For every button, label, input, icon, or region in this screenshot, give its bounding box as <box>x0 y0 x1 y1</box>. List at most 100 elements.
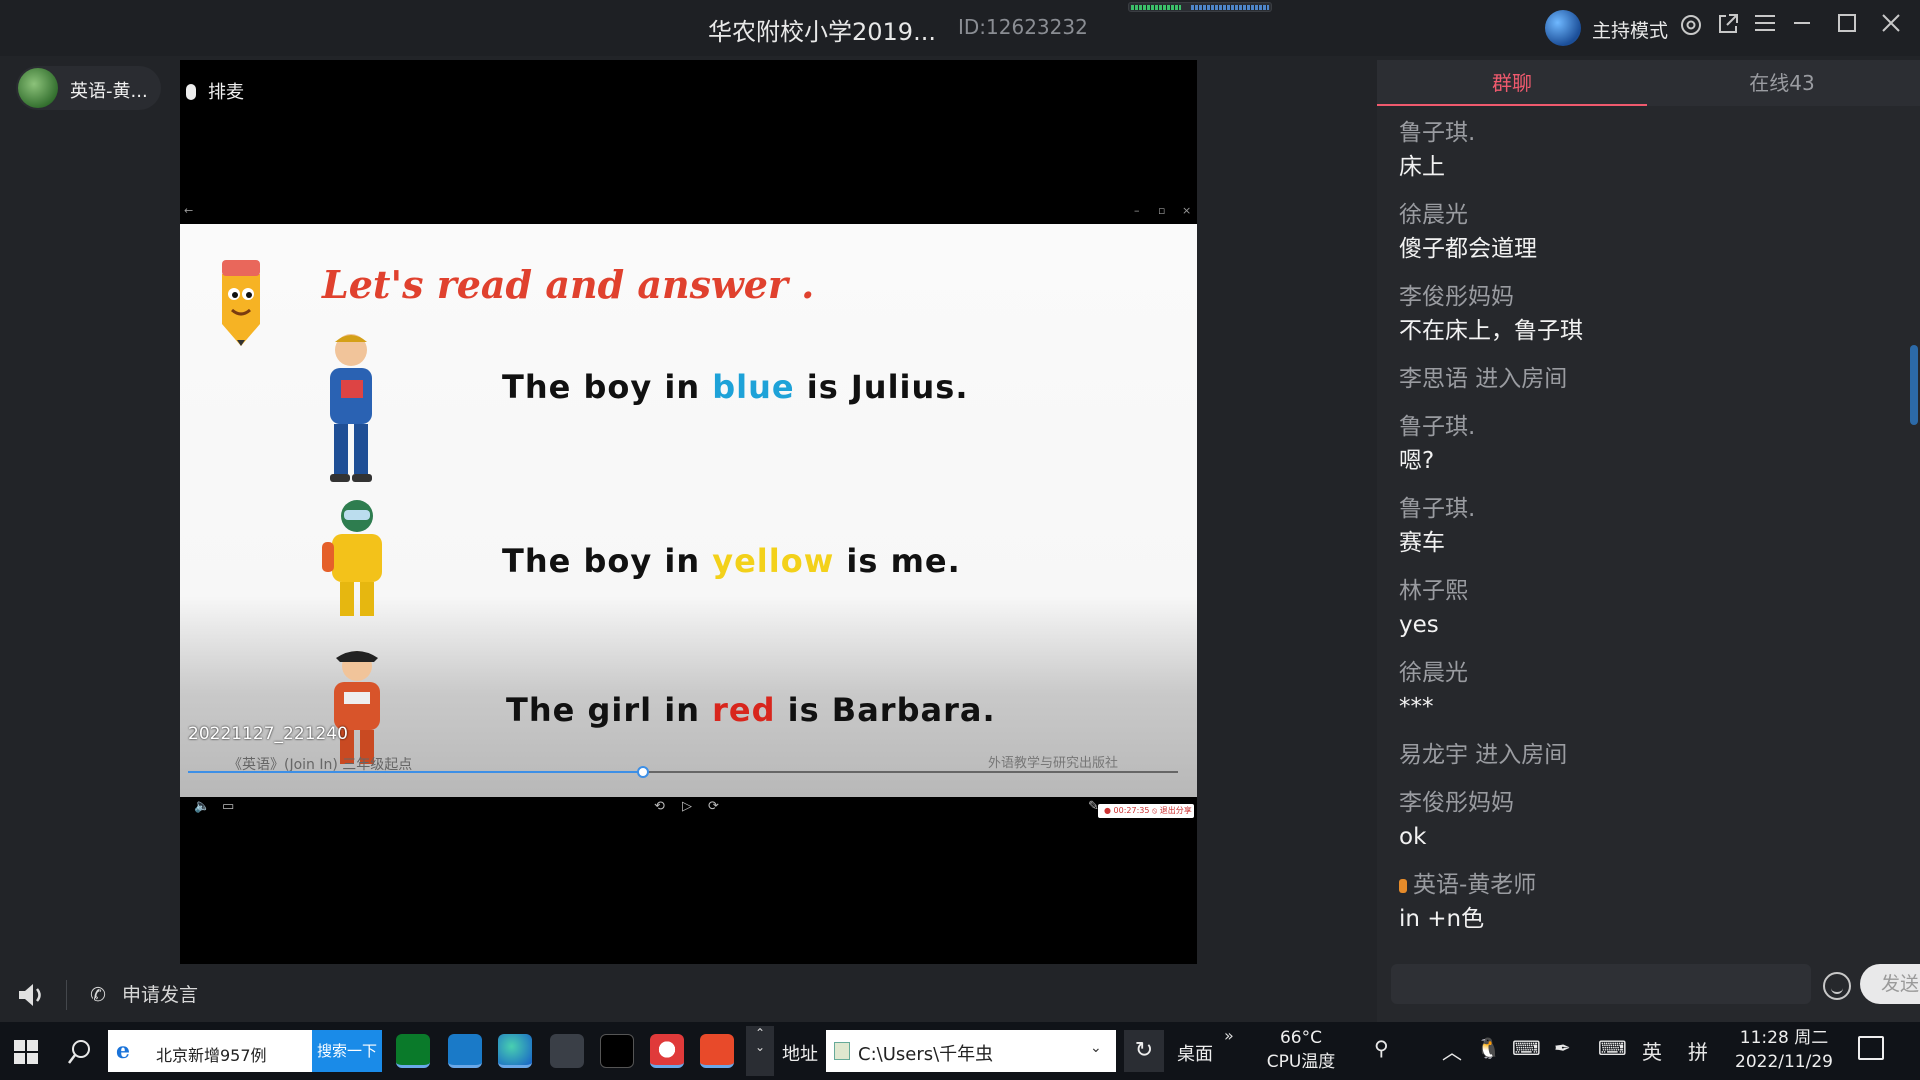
settings-icon[interactable] <box>1676 12 1706 42</box>
ime-mode[interactable]: 拼 <box>1688 1036 1708 1065</box>
minimize-icon[interactable] <box>1787 12 1817 42</box>
app-360-icon[interactable] <box>396 1034 430 1068</box>
prev-icon[interactable]: ⟲ <box>654 799 665 814</box>
taskbar-search-icon[interactable] <box>66 1038 94 1066</box>
sentence-2: The boy in yellow is me. <box>502 542 961 580</box>
host-avatar[interactable] <box>1545 10 1581 46</box>
sentence-1-color-word: blue <box>712 368 795 406</box>
refresh-icon[interactable]: ↻ <box>1124 1030 1164 1072</box>
chat-message: 林子熙 yes <box>1399 574 1899 642</box>
chat-message-sender: 鲁子琪. <box>1399 492 1899 526</box>
ie-icon: e <box>116 1038 130 1064</box>
tab-online[interactable]: 在线43 <box>1647 60 1917 106</box>
sentence-1-post: is Julius. <box>794 368 969 406</box>
translate-app-icon[interactable] <box>448 1034 482 1068</box>
chat-message-sender: 鲁子琪. <box>1399 410 1899 444</box>
chat-message-text: yes <box>1399 612 1439 638</box>
pen-tray-icon[interactable]: ✒ <box>1554 1036 1571 1060</box>
chat-sender-name: 英语-黄老师 <box>1413 872 1537 898</box>
mic-queue-label: 排麦 <box>208 82 244 103</box>
chat-sender-name: 徐晨光 <box>1399 660 1468 686</box>
toolbar-overflow-icon[interactable]: » <box>1224 1026 1234 1045</box>
presenter-name: 英语-黄... <box>70 81 148 102</box>
news-search-button[interactable]: 搜索一下 <box>312 1030 382 1072</box>
popout-icon[interactable] <box>1713 12 1743 42</box>
chat-message-sender: 易龙宇 进入房间 <box>1399 738 1899 772</box>
caption-icon[interactable]: ▭ <box>222 799 234 814</box>
chat-input-row: 发送 <box>1391 960 1920 1010</box>
wps-app-icon[interactable] <box>700 1034 734 1068</box>
request-speak-label: 申请发言 <box>122 984 199 1006</box>
taskbar-scroll-arrows[interactable]: ⌃ ⌄ <box>746 1026 774 1076</box>
presenter-tag[interactable]: 英语-黄... <box>16 66 161 110</box>
chat-panel: 群聊 在线43 鲁子琪. 床上 徐晨光 傻子都会道理 李俊彤妈妈 不在床上，鲁子琪 李思语 … <box>1377 60 1920 1022</box>
slide-title: Let's read and answer . <box>322 262 815 307</box>
emoji-icon[interactable] <box>1823 972 1851 1000</box>
meeting-app-taskbar-icon[interactable] <box>650 1034 684 1068</box>
address-bar[interactable]: C:\Users\千年虫 ⌄ <box>826 1030 1116 1072</box>
chat-message: 英语-黄老师 in +n色 <box>1399 868 1899 936</box>
close-icon[interactable] <box>1876 12 1906 42</box>
chat-message: 鲁子琪. 赛车 <box>1399 492 1899 560</box>
request-speak-button[interactable]: ✆ 申请发言 <box>90 980 198 1007</box>
chat-message-sender: 徐晨光 <box>1399 198 1899 232</box>
keyboard-icon[interactable]: ⌨ <box>1598 1036 1627 1060</box>
ie-news-text: 北京新增957例 <box>156 1046 267 1065</box>
desktop-toolbar-label[interactable]: 桌面 <box>1177 1040 1213 1066</box>
chat-message-sender: 李俊彤妈妈 <box>1399 786 1899 820</box>
chat-sender-name: 李俊彤妈妈 <box>1399 284 1514 310</box>
chat-message-text: 嗯? <box>1399 448 1435 474</box>
small-restore-icon: ▫ <box>1158 204 1166 217</box>
next-icon[interactable]: ⟳ <box>708 799 719 814</box>
edge-scrollbar[interactable] <box>1910 345 1918 425</box>
playback-progress-fill <box>188 771 644 773</box>
tray-expand-icon[interactable]: ︿ <box>1442 1036 1462 1065</box>
terminal-icon[interactable] <box>600 1034 634 1068</box>
small-minimize-icon: – <box>1134 204 1140 217</box>
playback-progress-bar[interactable] <box>188 766 1178 778</box>
player-controls: 🔈 ▭ ⟲ ▷ ⟳ ✎ <box>180 797 1197 819</box>
chat-input[interactable] <box>1391 964 1811 1004</box>
people-icon[interactable]: ⚲ <box>1374 1036 1389 1060</box>
sentence-3-color-word: red <box>712 691 776 729</box>
window-app-icon[interactable] <box>550 1034 584 1068</box>
play-icon[interactable]: ▷ <box>682 799 692 814</box>
clock-date: 2022/11/29 <box>1735 1052 1833 1072</box>
sentence-1-pre: The boy in <box>502 368 713 406</box>
translate-tray-icon[interactable]: ⌨ <box>1512 1036 1541 1060</box>
volume-small-icon[interactable]: 🔈 <box>194 799 210 814</box>
ie-news-box[interactable]: e 北京新增957例 <box>108 1030 312 1072</box>
chat-message-text: 赛车 <box>1399 530 1445 556</box>
chat-message-sender: 林子熙 <box>1399 574 1899 608</box>
chat-sender-name: 鲁子琪. <box>1399 120 1476 146</box>
share-recording-pill[interactable]: ● 00:27:35 ⦸ 退出分享 <box>1098 804 1194 818</box>
chat-message-sender: 李俊彤妈妈 <box>1399 280 1899 314</box>
microphone-icon <box>186 84 196 100</box>
chat-message-text: 不在床上，鲁子琪 <box>1399 318 1583 344</box>
address-dropdown-icon[interactable]: ⌄ <box>1090 1040 1102 1056</box>
windows-start-icon[interactable] <box>12 1038 40 1066</box>
notification-icon[interactable] <box>1858 1036 1884 1060</box>
host-mode-label[interactable]: 主持模式 <box>1592 16 1668 43</box>
speaker-icon[interactable] <box>16 980 46 1010</box>
edge-browser-icon[interactable] <box>498 1034 532 1068</box>
tab-group-chat[interactable]: 群聊 <box>1377 60 1647 106</box>
menu-icon[interactable] <box>1750 12 1780 42</box>
pencil-mascot-icon <box>222 260 260 346</box>
recording-label: 20221127_221240 <box>188 724 348 744</box>
sentence-2-color-word: yellow <box>712 542 835 580</box>
chat-message: 易龙宇 进入房间 <box>1399 738 1899 772</box>
ime-language[interactable]: 英 <box>1642 1036 1662 1065</box>
mic-queue[interactable]: 排麦 <box>186 78 244 104</box>
sentence-2-post: is me. <box>834 542 961 580</box>
sentence-3-pre: The girl in <box>506 691 713 729</box>
boy-in-yellow-image <box>322 500 382 616</box>
system-clock[interactable]: 11:28 周二 2022/11/29 <box>1722 1026 1846 1074</box>
sentence-3-post: is Barbara. <box>775 691 996 729</box>
shared-slide: Let's read and answer . The boy in blue … <box>180 224 1197 797</box>
qq-tray-icon[interactable]: 🐧 <box>1476 1036 1501 1060</box>
send-button[interactable]: 发送 <box>1860 964 1920 1004</box>
chat-message: 徐晨光 *** <box>1399 656 1899 724</box>
maximize-icon[interactable] <box>1832 12 1862 42</box>
chat-message-text: 傻子都会道理 <box>1399 236 1537 262</box>
